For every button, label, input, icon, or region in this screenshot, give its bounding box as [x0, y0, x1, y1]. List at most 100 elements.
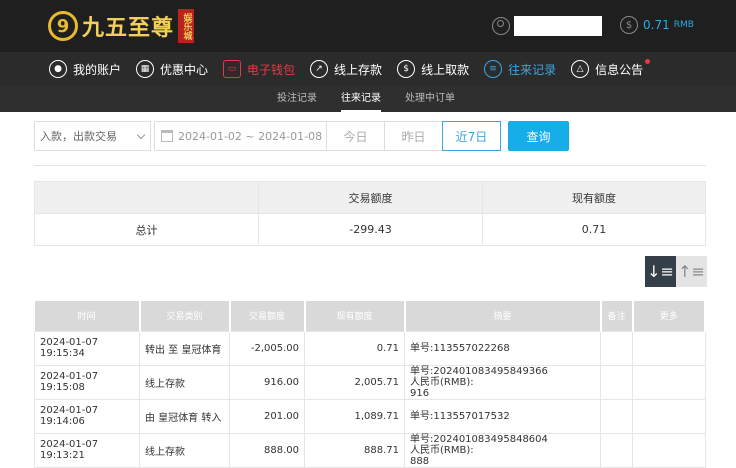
nav-label: 优惠中心 — [160, 62, 209, 77]
nav-label: 线上存款 — [334, 62, 383, 77]
nav-label: 我的账户 — [73, 62, 122, 77]
cell-amount: -2,005.00 — [229, 330, 305, 366]
logo-text: 九五至尊 — [82, 15, 175, 41]
table-row: 2024-01-07 19:15:34 转出 至 皇冠体育 -2,005.00 … — [34, 330, 706, 366]
cell-memo: 单号:202401083495849366 人民币(RMB): 916 — [404, 364, 601, 400]
withdraw-icon: $ — [397, 60, 416, 78]
nav-promotions[interactable]: ▦ 优惠中心 — [136, 52, 208, 86]
nav-deposit[interactable]: ↗ 线上存款 — [310, 52, 382, 86]
nav-label: 线上取款 — [421, 62, 470, 77]
date-range-input[interactable]: 2024-01-02 ~ 2024-01-08 — [154, 121, 327, 151]
nav-records[interactable]: ≡ 往来记录 — [484, 52, 556, 86]
table-row: 2024-01-07 19:15:08 线上存款 916.00 2,005.71… — [34, 364, 706, 400]
subtab-transaction-records[interactable]: 往来记录 — [341, 86, 381, 112]
summary-header-amount: 交易额度 — [258, 181, 483, 214]
summary-total-label: 总计 — [34, 213, 259, 246]
bell-icon: △ — [571, 60, 590, 78]
nav-label: 往来记录 — [508, 62, 557, 77]
summary-header-balance: 现有额度 — [482, 181, 706, 214]
nav-withdraw[interactable]: $ 线上取款 — [397, 52, 469, 86]
nav-announcements[interactable]: △ 信息公告 — [571, 52, 651, 86]
memo-line: 单号:202401083495848604 — [410, 433, 548, 445]
col-time[interactable]: 时间 — [34, 301, 141, 331]
search-button[interactable]: 查询 — [508, 121, 569, 151]
username-redacted — [514, 16, 602, 36]
cell-type: 转出 至 皇冠体育 — [139, 330, 230, 366]
sort-asc-icon[interactable]: ↑≡ — [676, 256, 707, 287]
summary-total-amount: -299.43 — [258, 213, 483, 246]
divider — [34, 165, 706, 166]
memo-line: 916 — [410, 387, 430, 399]
col-more[interactable]: 更多 — [632, 301, 706, 331]
sort-controls: ↓≡ ↑≡ — [645, 256, 707, 287]
chevron-down-icon — [136, 130, 146, 140]
cell-memo: 单号:113557022268 — [404, 330, 601, 366]
cell-remark — [600, 330, 633, 366]
balance-unit: RMB — [673, 20, 694, 30]
nav-e-wallet[interactable]: ▭ 电子钱包 — [223, 52, 295, 86]
col-amount[interactable]: 交易额度 — [229, 301, 306, 331]
logo-emblem: 9 — [48, 11, 78, 41]
subtab-bet-records[interactable]: 投注记录 — [277, 86, 317, 112]
wallet-icon: ▭ — [223, 60, 242, 78]
cell-time: 2024-01-07 19:15:34 — [34, 330, 140, 366]
cell-more[interactable] — [632, 364, 706, 400]
cell-amount: 201.00 — [229, 398, 305, 434]
memo-line: 单号:202401083495849366 — [410, 365, 548, 377]
logo-badge: 娱乐城 — [178, 9, 195, 43]
main-nav: ● 我的账户 ▦ 优惠中心 ▭ 电子钱包 ↗ 线上存款 $ 线上取款 ≡ 往来记… — [0, 52, 736, 86]
records-table: 时间 交易类别 交易额度 现有额度 摘要 备注 更多 2024-01-07 19… — [34, 301, 706, 468]
memo-line: 单号:113557022268 — [410, 342, 510, 354]
memo-line: 人民币(RMB): — [410, 444, 474, 456]
col-balance[interactable]: 现有额度 — [304, 301, 406, 331]
summary-total-balance: 0.71 — [482, 213, 706, 246]
cell-remark — [600, 364, 633, 400]
memo-line: 888 — [410, 455, 430, 467]
nav-my-account[interactable]: ● 我的账户 — [49, 52, 121, 86]
top-header: 9 九五至尊 娱乐城 $ 0.71 RMB — [0, 0, 736, 52]
sort-desc-icon[interactable]: ↓≡ — [645, 256, 676, 287]
balance-amount: 0.71 — [643, 18, 670, 32]
notification-dot — [645, 59, 651, 64]
cell-more[interactable] — [632, 398, 706, 434]
today-button[interactable]: 今日 — [326, 121, 385, 151]
user-icon: ● — [49, 60, 67, 78]
memo-line: 人民币(RMB): — [410, 376, 474, 388]
cell-type: 由 皇冠体育 转入 — [139, 398, 230, 434]
filter-bar: 入款，出款交易 2024-01-02 ~ 2024-01-08 今日 昨日 近7… — [34, 121, 569, 151]
cell-amount: 916.00 — [229, 364, 305, 400]
calendar-icon — [161, 130, 173, 142]
cell-balance: 0.71 — [304, 330, 405, 366]
cell-balance: 2,005.71 — [304, 364, 405, 400]
memo-line: 单号:113557017532 — [410, 410, 510, 422]
cell-balance: 1,089.71 — [304, 398, 405, 434]
nav-label: 电子钱包 — [247, 62, 296, 77]
date-range-value: 2024-01-02 ~ 2024-01-08 — [178, 129, 323, 143]
cell-more[interactable] — [632, 330, 706, 366]
user-info[interactable] — [492, 15, 602, 37]
table-row: 2024-01-07 19:14:06 由 皇冠体育 转入 201.00 1,0… — [34, 398, 706, 434]
col-memo[interactable]: 摘要 — [404, 301, 602, 331]
nav-label: 信息公告 — [595, 62, 644, 77]
sub-nav: 投注记录 往来记录 处理中订单 — [0, 86, 736, 112]
gift-icon: ▦ — [136, 60, 155, 78]
cell-time: 2024-01-07 19:14:06 — [34, 398, 140, 434]
deposit-icon: ↗ — [310, 60, 329, 78]
transaction-type-select[interactable]: 入款，出款交易 — [34, 121, 151, 151]
subtab-pending-orders[interactable]: 处理中订单 — [405, 86, 455, 112]
cell-memo: 单号:113557017532 — [404, 398, 601, 434]
site-logo[interactable]: 9 九五至尊 娱乐城 — [48, 6, 195, 46]
user-icon — [492, 17, 510, 35]
cell-time: 2024-01-07 19:15:08 — [34, 364, 140, 400]
coin-icon: $ — [620, 16, 638, 34]
col-remark[interactable]: 备注 — [600, 301, 634, 331]
records-icon: ≡ — [484, 60, 503, 78]
summary-header-blank — [34, 181, 259, 214]
cell-type: 线上存款 — [139, 364, 230, 400]
summary-table: 交易额度 现有额度 总计 -299.43 0.71 — [34, 181, 706, 246]
col-type[interactable]: 交易类别 — [139, 301, 231, 331]
select-value: 入款，出款交易 — [40, 130, 117, 143]
yesterday-button[interactable]: 昨日 — [384, 121, 443, 151]
balance-display: $ 0.71 RMB — [620, 16, 694, 34]
last-7-days-button[interactable]: 近7日 — [442, 121, 501, 151]
